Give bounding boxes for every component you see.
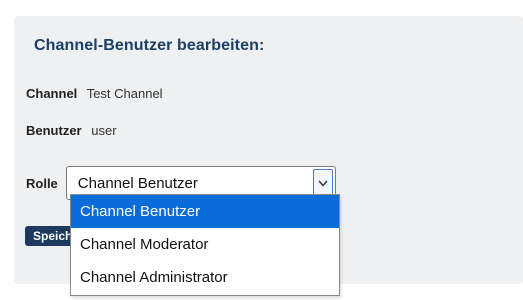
role-option-channel-moderator[interactable]: Channel Moderator [71, 228, 339, 261]
panel-title: Channel-Benutzer bearbeiten: [34, 37, 265, 54]
channel-row: Channel Test Channel [26, 86, 163, 101]
role-option-channel-benutzer[interactable]: Channel Benutzer [71, 195, 339, 228]
user-value: user [91, 123, 117, 138]
user-row: Benutzer user [26, 123, 117, 138]
channel-value: Test Channel [86, 86, 163, 101]
role-select-value: Channel Benutzer [77, 174, 198, 192]
role-option-channel-administrator[interactable]: Channel Administrator [71, 261, 339, 294]
chevron-down-icon-glyph [318, 180, 328, 187]
channel-label: Channel [26, 86, 78, 101]
user-label: Benutzer [26, 123, 82, 138]
role-dropdown-list: Channel Benutzer Channel Moderator Chann… [70, 194, 340, 296]
chevron-down-icon[interactable] [312, 169, 333, 197]
role-label: Rolle [26, 175, 58, 191]
